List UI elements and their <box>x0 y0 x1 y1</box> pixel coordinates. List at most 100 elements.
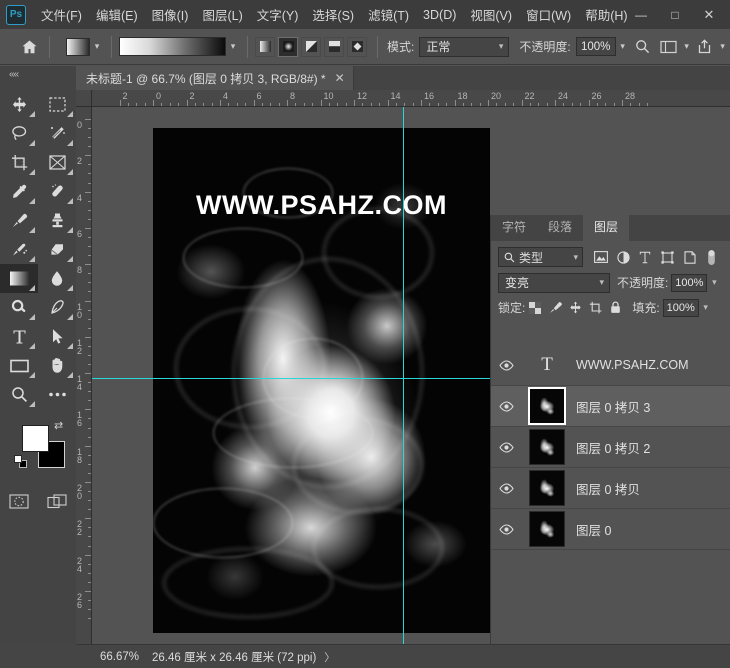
magic-wand-tool[interactable] <box>38 119 76 148</box>
filter-pixel-icon[interactable] <box>590 246 612 268</box>
menu-filter[interactable]: 滤镜(T) <box>361 1 416 28</box>
status-expand-icon[interactable]: 〉 <box>324 649 335 665</box>
gradient-swatch-icon[interactable] <box>66 37 90 56</box>
tab-character[interactable]: 字符 <box>491 213 537 241</box>
layer-filter-kind-select[interactable]: 类型 ▾ <box>498 247 584 267</box>
blend-mode-select[interactable]: 正常 ▾ <box>419 36 510 57</box>
lock-image-pixels-icon[interactable] <box>545 298 565 318</box>
reflected-gradient-icon[interactable] <box>324 36 344 57</box>
brush-tool[interactable] <box>0 206 38 235</box>
diamond-gradient-icon[interactable] <box>347 36 367 57</box>
horizontal-ruler[interactable]: 2 0 2 4 6 8 10 12 14 16 18 20 22 24 26 28 <box>92 90 730 107</box>
chevron-down-icon[interactable]: ▾ <box>707 277 721 288</box>
chevron-down-icon[interactable]: ▾ <box>90 41 104 52</box>
angle-gradient-icon[interactable] <box>301 36 321 57</box>
gradient-tool[interactable] <box>0 264 38 293</box>
share-icon[interactable] <box>694 36 716 58</box>
layer-blend-mode-select[interactable]: 变亮 ▾ <box>498 272 610 293</box>
artboard[interactable]: WWW.PSAHZ.COM <box>153 128 490 633</box>
clone-stamp-tool[interactable] <box>38 206 76 235</box>
layer-thumbnail[interactable] <box>529 511 565 547</box>
menu-view[interactable]: 视图(V) <box>463 1 519 28</box>
history-brush-tool[interactable] <box>0 235 38 264</box>
lock-transparent-pixels-icon[interactable] <box>525 298 545 318</box>
gradient-editor-picker[interactable]: ▾ <box>119 37 240 56</box>
gradient-preset-picker[interactable]: ▾ <box>66 37 104 56</box>
lock-all-icon[interactable] <box>605 298 625 318</box>
gradient-editor-strip-icon[interactable] <box>119 37 226 56</box>
menu-window[interactable]: 窗口(W) <box>519 1 578 28</box>
zoom-level[interactable]: 66.67% <box>100 651 139 663</box>
close-icon[interactable]: ✕ <box>335 71 345 85</box>
foreground-color-swatch[interactable] <box>22 425 49 452</box>
dodge-tool[interactable] <box>0 293 38 322</box>
opacity-input[interactable]: 100% <box>575 37 616 56</box>
eraser-tool[interactable] <box>38 235 76 264</box>
layer-visibility-toggle[interactable] <box>491 468 521 509</box>
workspace-icon[interactable] <box>658 36 680 58</box>
maximize-button[interactable]: □ <box>658 4 692 26</box>
chevron-down-icon[interactable]: ▾ <box>226 41 240 52</box>
screen-mode-icon[interactable] <box>38 487 76 515</box>
vertical-guide[interactable] <box>403 107 404 644</box>
layer-name[interactable]: 图层 0 拷贝 <box>576 479 640 498</box>
layer-row-text[interactable]: T WWW.PSAHZ.COM <box>491 345 730 386</box>
layer-thumbnail[interactable] <box>529 429 565 465</box>
move-tool[interactable] <box>0 90 38 119</box>
swap-colors-icon[interactable]: ⇄ <box>54 419 63 432</box>
filter-smartobject-icon[interactable] <box>679 246 701 268</box>
crop-tool[interactable] <box>0 148 38 177</box>
vertical-ruler[interactable]: 02468101214161820222426 <box>76 107 92 644</box>
hand-tool[interactable] <box>38 351 76 380</box>
layer-visibility-toggle[interactable] <box>491 345 521 386</box>
layer-row-selected[interactable]: 图层 0 拷贝 3 <box>491 386 730 427</box>
radial-gradient-icon[interactable] <box>278 36 298 57</box>
menu-type[interactable]: 文字(Y) <box>250 1 306 28</box>
chevron-down-icon[interactable]: ▾ <box>616 41 630 52</box>
chevron-down-icon[interactable]: ▾ <box>680 41 694 52</box>
menu-select[interactable]: 选择(S) <box>305 1 361 28</box>
layer-row[interactable]: 图层 0 拷贝 <box>491 468 730 509</box>
layer-row[interactable]: 图层 0 拷贝 2 <box>491 427 730 468</box>
fill-input[interactable]: 100% <box>662 298 699 317</box>
path-selection-tool[interactable] <box>38 322 76 351</box>
collapse-panel-icon[interactable]: «« <box>0 66 76 82</box>
home-icon[interactable] <box>16 35 42 59</box>
menu-image[interactable]: 图像(I) <box>145 1 196 28</box>
filter-shape-icon[interactable] <box>657 246 679 268</box>
lock-position-icon[interactable] <box>565 298 585 318</box>
chevron-down-icon[interactable]: ▾ <box>716 41 730 52</box>
layer-name[interactable]: WWW.PSAHZ.COM <box>576 358 689 372</box>
tab-paragraph[interactable]: 段落 <box>537 213 583 241</box>
filter-toggle-icon[interactable] <box>701 246 723 268</box>
default-colors-icon[interactable] <box>14 455 27 468</box>
search-icon[interactable] <box>632 36 654 58</box>
linear-gradient-icon[interactable] <box>255 36 275 57</box>
layer-name[interactable]: 图层 0 拷贝 3 <box>576 397 650 416</box>
pen-tool[interactable] <box>38 293 76 322</box>
healing-brush-tool[interactable] <box>38 177 76 206</box>
layer-visibility-toggle[interactable] <box>491 427 521 468</box>
layer-visibility-toggle[interactable] <box>491 509 521 550</box>
layer-thumbnail[interactable] <box>528 387 566 425</box>
edit-toolbar-icon[interactable] <box>38 380 76 409</box>
close-button[interactable]: ✕ <box>692 4 726 26</box>
rectangle-tool[interactable] <box>0 351 38 380</box>
document-tab[interactable]: 未标题-1 @ 66.7% (图层 0 拷贝 3, RGB/8#) * ✕ <box>76 66 354 90</box>
lasso-tool[interactable] <box>0 119 38 148</box>
layer-name[interactable]: 图层 0 拷贝 2 <box>576 438 650 457</box>
rectangular-marquee-tool[interactable] <box>38 90 76 119</box>
tab-layers[interactable]: 图层 <box>583 213 630 241</box>
minimize-button[interactable]: — <box>624 4 658 26</box>
layer-opacity-input[interactable]: 100% <box>671 273 708 292</box>
menu-file[interactable]: 文件(F) <box>34 1 89 28</box>
layer-thumbnail[interactable] <box>529 470 565 506</box>
layer-name[interactable]: 图层 0 <box>576 520 611 539</box>
chevron-down-icon[interactable]: ▾ <box>699 302 713 313</box>
frame-tool[interactable] <box>38 148 76 177</box>
eyedropper-tool[interactable] <box>0 177 38 206</box>
layer-row[interactable]: 图层 0 <box>491 509 730 550</box>
menu-layer[interactable]: 图层(L) <box>195 1 249 28</box>
menu-3d[interactable]: 3D(D) <box>416 4 463 26</box>
filter-type-icon[interactable] <box>634 246 656 268</box>
